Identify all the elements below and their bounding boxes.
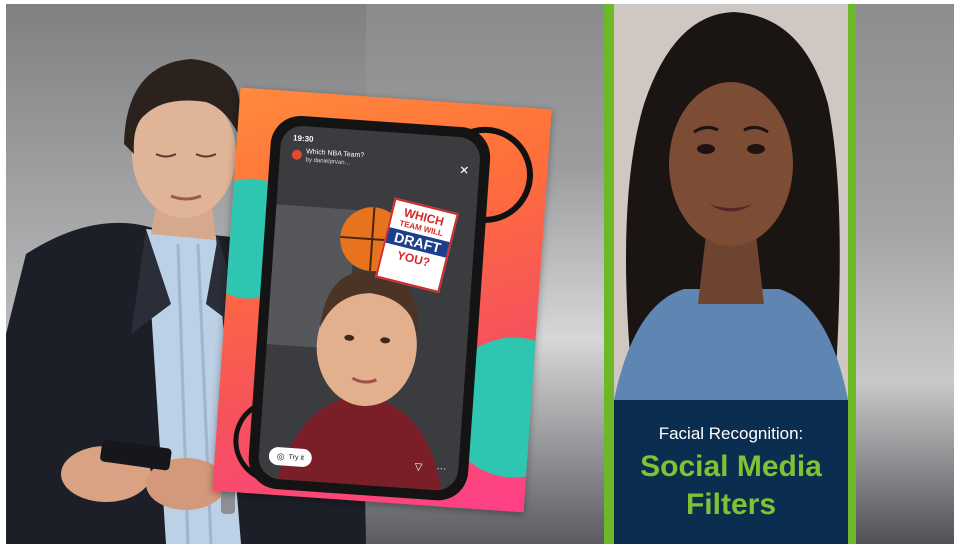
caption-title-line2: Filters — [685, 488, 777, 521]
share-icon[interactable]: ▽ — [414, 462, 422, 474]
try-it-button[interactable]: ◎ Try it — [268, 446, 313, 468]
try-it-label: Try it — [288, 453, 305, 462]
phone-screen: 19:30 Which NBA Team? by danielprvan… ✕ … — [257, 124, 482, 492]
status-time: 19:30 — [292, 133, 314, 144]
more-options-icon[interactable]: ··· — [436, 463, 447, 475]
caption-box: Facial Recognition: Social Media Filters — [614, 400, 848, 544]
woman-portrait — [614, 4, 848, 400]
instagram-filter-card: 19:30 Which NBA Team? by danielprvan… ✕ … — [212, 87, 552, 513]
close-icon[interactable]: ✕ — [459, 163, 470, 178]
phone-device: 19:30 Which NBA Team? by danielprvan… ✕ … — [246, 113, 493, 503]
caption-title-line1: Social Media — [640, 450, 822, 483]
right-background-strip — [856, 4, 954, 544]
slide: 19:30 Which NBA Team? by danielprvan… ✕ … — [6, 4, 954, 544]
caption-subtitle: Facial Recognition: — [658, 424, 804, 443]
camera-icon: ◎ — [276, 450, 286, 462]
